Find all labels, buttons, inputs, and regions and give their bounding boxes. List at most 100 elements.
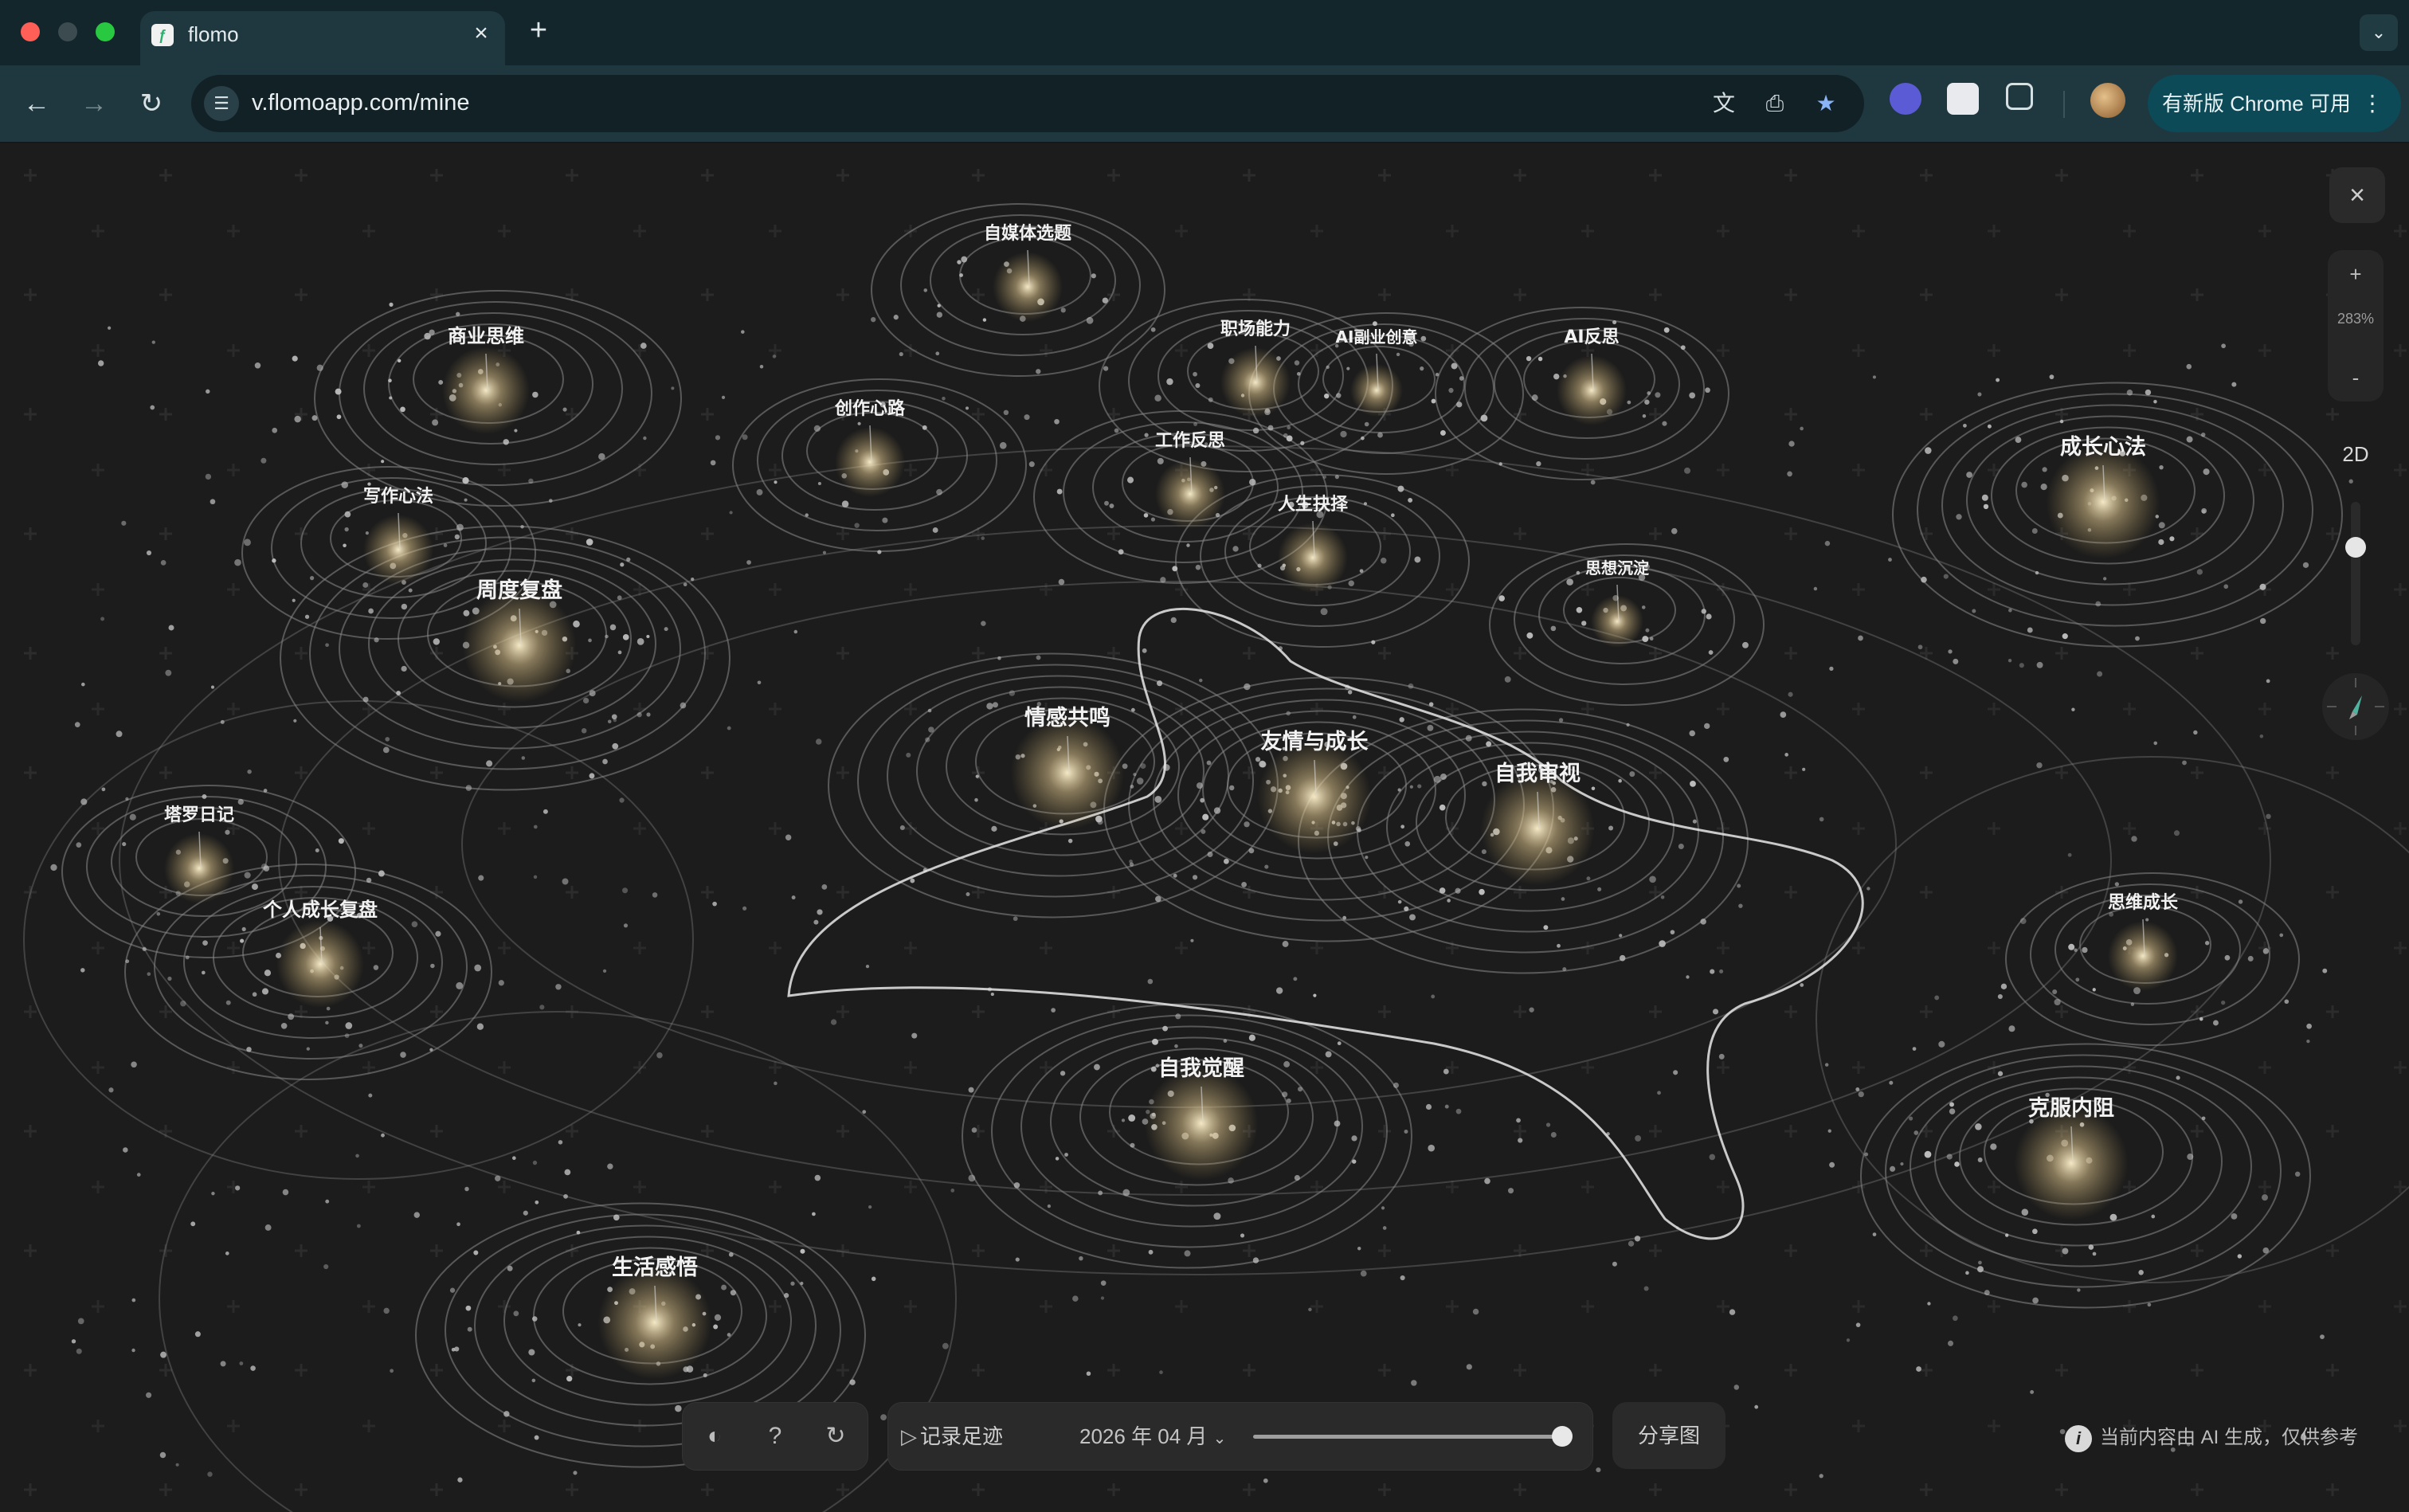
tab-close-icon[interactable]: × [467, 19, 496, 48]
timeline-slider[interactable] [1253, 1426, 1573, 1447]
close-map-button[interactable]: × [2329, 167, 2385, 223]
share-image-button[interactable]: 分享图 [1612, 1402, 1725, 1469]
note-dot [1526, 355, 1532, 362]
topic-glow[interactable] [2014, 1106, 2129, 1220]
note-dot [1427, 724, 1434, 731]
chrome-update-button[interactable]: 有新版 Chrome 可用 ⋮ [2148, 75, 2401, 132]
note-dot [1948, 649, 1953, 654]
tab-search-chevron-icon[interactable]: ⌄ [2360, 14, 2398, 51]
install-app-icon[interactable]: ⎙ [1761, 89, 1789, 118]
note-dot [1196, 782, 1204, 789]
topic-label[interactable]: 工作反思 [1155, 431, 1225, 451]
compass-button[interactable] [2322, 673, 2389, 740]
topic-glow[interactable] [2046, 445, 2160, 559]
topic-label[interactable]: 思想沉淀 [1585, 558, 1650, 578]
bookmark-star-icon[interactable]: ★ [1812, 89, 1840, 118]
browser-tab[interactable]: ƒ flomo × [140, 11, 505, 65]
topic-label[interactable]: 塔罗日记 [164, 805, 234, 825]
topic-glow[interactable] [597, 1265, 712, 1380]
profile-avatar[interactable] [2090, 83, 2125, 118]
note-dot [1655, 392, 1661, 398]
topic-glow[interactable] [1350, 364, 1403, 417]
note-dot [413, 1212, 420, 1218]
info-icon: i [2065, 1424, 2092, 1452]
topic-label[interactable]: 自我觉醒 [1158, 1056, 1244, 1081]
note-dot [1634, 1236, 1641, 1242]
topic-label[interactable]: AI反思 [1564, 327, 1619, 347]
window-maximize-button[interactable] [96, 22, 115, 41]
topic-glow[interactable] [462, 588, 577, 703]
note-dot [2266, 813, 2271, 820]
topic-label[interactable]: 成长心法 [2060, 435, 2146, 460]
note-dot [2032, 1228, 2038, 1235]
topic-label[interactable]: 生活感悟 [612, 1255, 698, 1280]
topic-label[interactable]: 写作心法 [363, 487, 433, 507]
note-dot [1249, 479, 1256, 486]
note-dot [865, 964, 870, 969]
topic-glow[interactable] [1144, 1066, 1259, 1181]
topic-label[interactable]: 职场能力 [1220, 319, 1291, 339]
topic-glow[interactable] [1591, 595, 1643, 648]
topic-label[interactable]: 友情与成长 [1261, 730, 1369, 754]
topic-label[interactable]: 思维成长 [2108, 892, 2179, 913]
reload-icon[interactable]: ↻ [132, 84, 170, 123]
refresh-icon[interactable]: ↻ [818, 1419, 853, 1454]
note-dot [1977, 392, 1982, 397]
window-minimize-button[interactable] [58, 22, 77, 41]
address-bar[interactable]: ☰ v.flomoapp.com/mine 文 ⎙ ★ [191, 75, 1864, 132]
new-tab-button[interactable]: + [521, 13, 556, 48]
zoom-out-button[interactable]: - [2328, 362, 2384, 394]
note-dot [521, 756, 526, 760]
palette-icon[interactable]: ◐ [697, 1419, 732, 1454]
url-text[interactable]: v.flomoapp.com/mine [252, 90, 469, 116]
topic-label[interactable]: 人生抉择 [1278, 494, 1349, 515]
note-dot [252, 992, 257, 997]
note-dot [721, 395, 726, 399]
topic-glow[interactable] [1010, 715, 1125, 830]
topic-label[interactable]: 创作心路 [834, 398, 906, 419]
note-dot [1612, 320, 1617, 325]
help-icon[interactable]: ? [758, 1419, 793, 1454]
back-arrow-icon[interactable]: ← [18, 84, 56, 123]
topic-label[interactable]: 自我审视 [1494, 761, 1581, 786]
topic-label[interactable]: 自媒体选题 [984, 223, 1072, 244]
note-dot [589, 773, 595, 779]
note-dot [2021, 1208, 2029, 1216]
month-selector[interactable]: 2026 年 04 月 ⌄ [1079, 1420, 1226, 1450]
note-dot [1104, 500, 1109, 506]
site-settings-icon[interactable]: ☰ [204, 86, 239, 121]
extension-ghost-icon[interactable] [1890, 83, 1921, 115]
tilt-slider[interactable] [2345, 502, 2366, 645]
note-dot [2223, 584, 2229, 590]
topic-label[interactable]: 商业思维 [448, 325, 524, 347]
topic-label[interactable]: 周度复盘 [476, 578, 562, 603]
more-menu-icon[interactable]: ⋮ [2361, 75, 2384, 132]
tilt-slider-knob[interactable] [2345, 537, 2366, 558]
zoom-in-button[interactable]: + [2328, 258, 2384, 290]
topic-glow[interactable] [1257, 739, 1372, 854]
forward-arrow-icon[interactable]: → [75, 84, 113, 123]
record-footprint-button[interactable]: 记录足迹 [920, 1420, 1003, 1450]
translate-icon[interactable]: 文 [1710, 89, 1738, 118]
topic-label[interactable]: 个人成长复盘 [263, 899, 378, 921]
extensions-puzzle-icon[interactable] [2006, 83, 2033, 110]
note-dot [463, 609, 470, 617]
note-dot [2201, 1116, 2206, 1121]
terrain-canvas[interactable]: 自媒体选题商业思维 职场能力 AI副业创意 AI反思创作心路工作反思 成长心法写作心法 人… [0, 143, 2409, 1512]
topic-label[interactable]: AI副业创意 [1336, 327, 1418, 347]
note-dot [125, 797, 129, 801]
extension-pocket-icon[interactable] [1947, 83, 1979, 115]
knowledge-terrain-map[interactable]: 自媒体选题商业思维 职场能力 AI副业创意 AI反思创作心路工作反思 成长心法写作心法 人… [0, 143, 2409, 1512]
note-dot [165, 669, 172, 676]
note-dot [1802, 767, 1806, 771]
note-dot [507, 1265, 513, 1271]
topic-glow[interactable] [1480, 771, 1595, 886]
timeline-slider-knob[interactable] [1552, 1426, 1573, 1447]
window-close-button[interactable] [21, 22, 40, 41]
note-dot [1152, 1038, 1158, 1045]
topic-label[interactable]: 克服内阻 [2028, 1095, 2114, 1121]
view-mode-toggle[interactable]: 2D [2328, 430, 2384, 478]
topic-label[interactable]: 情感共鸣 [1024, 705, 1110, 731]
note-dot [1352, 1159, 1357, 1164]
note-dot [1408, 497, 1413, 503]
